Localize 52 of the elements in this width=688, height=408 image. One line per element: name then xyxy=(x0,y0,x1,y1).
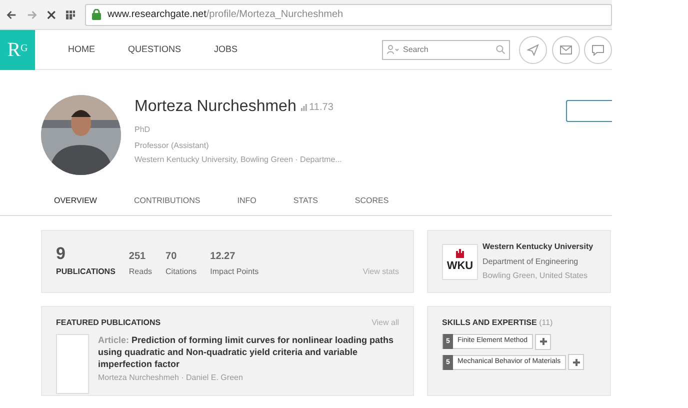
degree: PhD xyxy=(134,124,152,136)
apps-icon[interactable] xyxy=(66,10,76,20)
publication-title[interactable]: Article: Prediction of forming limit curves for nonlinear loading paths using quadratic and Non-quadratic yield criteria and variable imperfection factor xyxy=(98,334,399,370)
metric-value: 251 xyxy=(128,250,147,264)
back-icon[interactable] xyxy=(6,8,17,20)
lock-icon xyxy=(92,9,102,20)
department: Department of Engineering xyxy=(482,256,580,268)
plane-button[interactable] xyxy=(519,36,547,64)
chat-icon xyxy=(591,42,605,56)
mail-icon xyxy=(558,42,572,56)
metric-value: 12.27 xyxy=(210,250,236,264)
address-bar[interactable]: www.researchgate.net/profile/Morteza_Nurcheshmeh xyxy=(85,4,612,26)
section-title: FEATURED PUBLICATIONS xyxy=(56,317,161,329)
authors: Morteza Nurcheshmeh · Daniel E. Green xyxy=(98,372,244,384)
metric-value: 70 xyxy=(166,250,178,264)
publication-count: 9 xyxy=(56,244,66,262)
url-text: www.researchgate.net/profile/Morteza_Nurcheshmeh xyxy=(107,8,344,22)
nav-link[interactable]: HOME xyxy=(68,42,95,56)
person-name: Morteza Nurcheshmeh xyxy=(134,97,296,117)
tab[interactable]: SCORES xyxy=(354,194,389,206)
metric-label: Impact Points xyxy=(210,266,259,278)
location: Bowling Green, United States xyxy=(482,270,588,282)
metric-label: Reads xyxy=(128,266,152,278)
add-button[interactable] xyxy=(535,334,552,350)
institution-name[interactable]: Western Kentucky University xyxy=(482,241,594,254)
affiliation: Western Kentucky University, Bowling Green · Departme... xyxy=(134,154,342,166)
tab[interactable]: OVERVIEW xyxy=(54,194,97,206)
chat-button[interactable] xyxy=(584,36,612,64)
mail-button[interactable] xyxy=(552,36,580,64)
nav-link[interactable]: JOBS xyxy=(214,42,238,56)
publications-label: PUBLICATIONS xyxy=(56,266,116,278)
search-icon xyxy=(496,45,505,54)
logo-text: WKU xyxy=(446,258,474,274)
plus-icon xyxy=(540,338,547,345)
metric-label: Citations xyxy=(166,266,197,278)
follow-button[interactable] xyxy=(566,100,612,122)
publication-thumbnail xyxy=(56,334,89,394)
search-bar[interactable]: Search xyxy=(382,40,510,60)
position: Professor (Assistant) xyxy=(134,140,210,152)
person-icon xyxy=(387,45,399,54)
score: 11.73 xyxy=(309,100,334,114)
section-title: SKILLS AND EXPERTISE (11) xyxy=(442,317,554,329)
tab[interactable]: STATS xyxy=(293,194,318,206)
add-button[interactable] xyxy=(568,354,584,370)
tower-icon xyxy=(455,248,465,258)
bar-chart-icon xyxy=(300,104,307,110)
close-icon[interactable] xyxy=(47,10,56,20)
tab[interactable]: INFO xyxy=(237,194,256,206)
nav-link[interactable]: QUESTIONS xyxy=(128,42,182,56)
plane-icon xyxy=(526,42,540,56)
tab[interactable]: CONTRIBUTIONS xyxy=(134,194,200,206)
plus-icon xyxy=(572,358,580,366)
